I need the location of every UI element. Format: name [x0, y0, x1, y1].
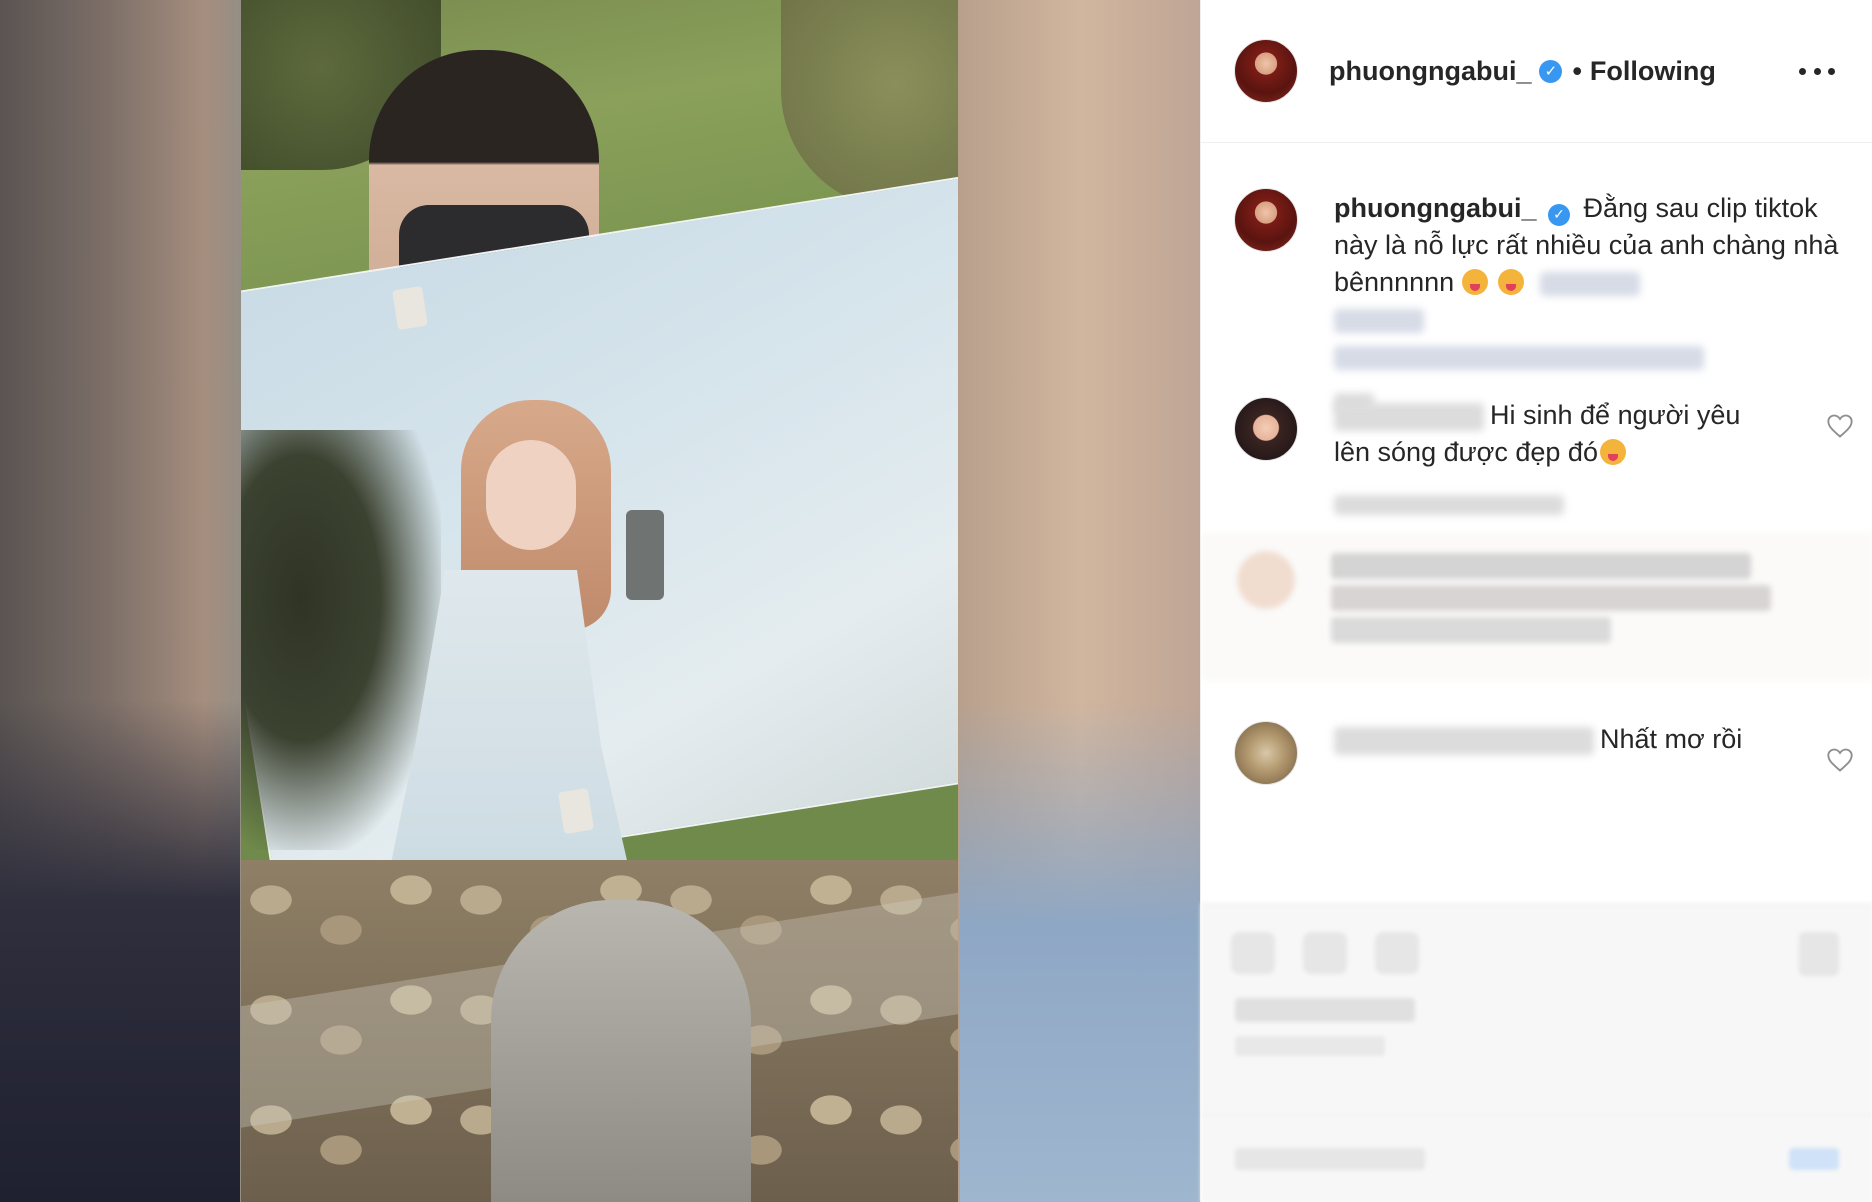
media-blur-right — [960, 700, 1200, 1202]
video-mirror-clip — [557, 787, 595, 835]
likes-count-redacted[interactable] — [1235, 998, 1415, 1022]
comment-text: Hi sinh để người yêu lên sóng được đẹp đ… — [1334, 397, 1804, 471]
redacted-link[interactable] — [1334, 345, 1704, 370]
squinting-tongue-emoji-icon — [1462, 269, 1489, 295]
separator-dot: • — [1572, 55, 1582, 86]
author-username[interactable]: phuongngabui_ — [1329, 56, 1531, 87]
post-header: phuongngabui_ ✓ • Following — [1201, 0, 1872, 143]
like-comment-heart-icon[interactable] — [1826, 413, 1854, 439]
squinting-tongue-emoji-icon — [1498, 269, 1525, 295]
comment-body: Nhất mơ rồi — [1600, 724, 1743, 754]
video-mirror-clip — [392, 285, 428, 331]
like-heart-icon[interactable] — [1231, 932, 1275, 974]
redacted-mention[interactable] — [1334, 308, 1424, 333]
comment-body-line2: lên sóng được đẹp đó — [1334, 437, 1598, 467]
caption-text: phuongngabui_ ✓ Đằng sau clip tiktok này… — [1334, 190, 1844, 412]
following-button[interactable]: Following — [1590, 56, 1716, 87]
kiss-emoji-icon — [1599, 439, 1626, 465]
post-media[interactable] — [0, 0, 1200, 1202]
video-player[interactable] — [241, 0, 958, 1202]
comments-list[interactable]: phuongngabui_ ✓ Đằng sau clip tiktok này… — [1201, 143, 1872, 903]
comment-icon[interactable] — [1303, 932, 1347, 974]
header-user-info: phuongngabui_ ✓ • Following — [1329, 56, 1716, 87]
caption-author-avatar[interactable] — [1234, 188, 1298, 252]
post-date-redacted — [1235, 1036, 1385, 1056]
comment-body-line1: Hi sinh để người yêu — [1490, 400, 1741, 430]
post-side-panel: phuongngabui_ ✓ • Following phuongngabui… — [1200, 0, 1872, 1202]
redacted-mention[interactable] — [1539, 271, 1640, 296]
redacted-commenter-username[interactable] — [1334, 726, 1594, 755]
add-comment-bar[interactable] — [1201, 1114, 1872, 1202]
author-avatar[interactable] — [1234, 39, 1298, 103]
like-comment-heart-icon[interactable] — [1826, 747, 1854, 773]
more-options-icon[interactable] — [1799, 56, 1835, 86]
post-comment-button-redacted[interactable] — [1789, 1148, 1839, 1170]
commenter-avatar[interactable] — [1234, 721, 1298, 785]
comment-text: Nhất mơ rồi — [1334, 721, 1804, 758]
share-icon[interactable] — [1375, 932, 1419, 974]
comment-meta — [1334, 495, 1564, 517]
redacted-commenter-username[interactable] — [1334, 402, 1484, 431]
verified-badge-icon: ✓ — [1539, 59, 1563, 83]
action-icons — [1231, 932, 1431, 974]
redacted-comment — [1201, 533, 1872, 681]
bookmark-icon[interactable] — [1799, 932, 1839, 976]
media-blur-left — [0, 700, 240, 1202]
caption-username[interactable]: phuongngabui_ — [1334, 193, 1536, 223]
comment-input-redacted[interactable] — [1235, 1148, 1425, 1170]
video-knees — [491, 900, 751, 1202]
commenter-avatar[interactable] — [1234, 397, 1298, 461]
verified-badge-icon: ✓ — [1547, 203, 1570, 226]
post-actions-blurred — [1201, 903, 1872, 1202]
